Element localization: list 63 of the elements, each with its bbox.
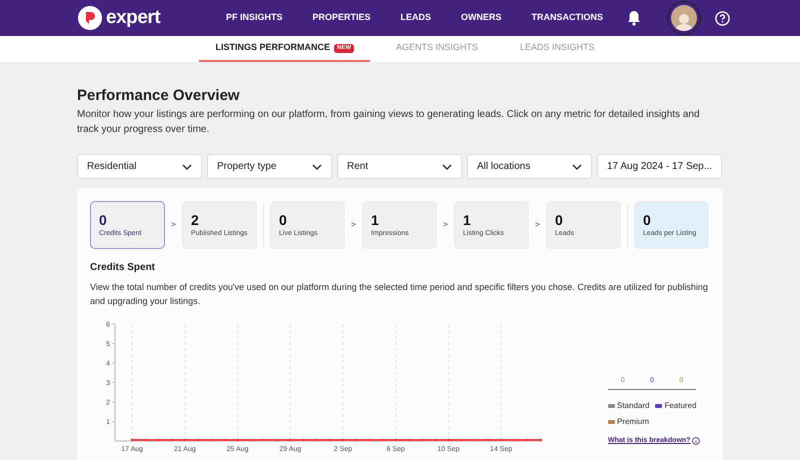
data-point [473,438,476,442]
filter-dropdown[interactable]: Property type [207,154,332,179]
data-point [486,438,490,442]
data-point [394,438,398,442]
data-point [144,438,147,442]
data-point [222,438,226,442]
data-point [302,438,305,442]
chevron-down-icon [182,164,192,170]
filter-dropdown[interactable]: Rent [337,154,462,179]
chevron-down-icon [442,164,452,170]
page-title: Performance Overview [77,87,241,105]
data-point [276,438,278,442]
page-description: Monitor how your listings are performing on our platform, from gaining views to generating leads. Click on any metric for detailed insights and track your progress over time. [77,108,701,137]
logo-text: expert [106,6,160,30]
data-point [328,438,332,442]
help-icon[interactable] [715,10,730,26]
data-point [354,438,358,442]
data-point [157,438,160,442]
data-point [500,438,503,442]
nav-link[interactable]: PF INSIGHTS [226,11,283,25]
data-point [315,438,318,442]
data-point [288,438,292,442]
data-point [368,438,371,442]
data-point [210,438,213,442]
data-point [447,438,450,442]
legend-label: Premium [617,416,650,428]
data-point [170,438,174,442]
arrow-separator: > [442,219,449,231]
info-icon [692,436,700,445]
data-point [262,438,266,442]
data-point [408,438,410,442]
data-point [381,438,384,442]
chevron-down-icon [572,164,582,170]
nav-link[interactable]: LEADS [400,11,432,25]
arrow-separator: > [534,219,541,231]
nav-link[interactable]: TRANSACTIONS [532,11,604,25]
nav-link[interactable]: PROPERTIES [312,11,371,25]
data-point [130,438,134,442]
filter-dropdown[interactable]: 17 Aug 2024 - 17 Sep... [597,154,722,179]
section-title: Credits Spent [90,261,156,275]
data-point [526,438,529,442]
data-point [460,438,463,442]
arrow-separator: > [350,219,357,231]
logo-icon [78,6,102,30]
avatar[interactable] [667,1,701,35]
data-point [512,438,516,442]
data-point [249,438,252,442]
data-point [539,438,542,442]
section-description: View the total number of credits you've used on our platform during the selected time period and specific filters you chose. Credits are utilized for publishing and upgrading your listings. [90,281,709,308]
nav-link[interactable]: OWNERS [461,11,502,25]
data-point [342,438,344,442]
data-point [196,438,200,442]
filter-dropdown[interactable]: All locations [467,154,592,179]
legend-label: Featured [664,400,696,412]
filter-dropdown[interactable]: Residential [77,154,202,179]
data-point [420,438,424,442]
data-point [434,438,437,442]
bell-icon[interactable] [627,10,641,26]
data-point [183,438,186,442]
data-point [236,438,239,442]
legend-label: Standard [617,400,650,412]
chevron-down-icon [312,164,322,170]
arrow-separator: > [170,219,177,231]
